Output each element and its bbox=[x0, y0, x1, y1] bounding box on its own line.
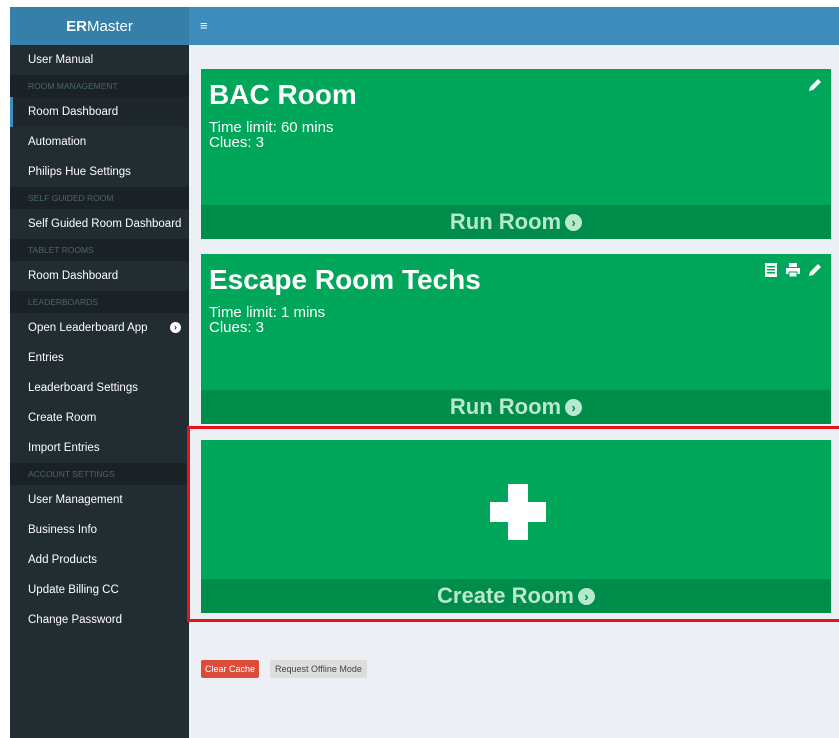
sidebar-header-self-guided: SELF GUIDED ROOM bbox=[10, 187, 189, 209]
sidebar: ER Master User Manual ROOM MANAGEMENT Roo… bbox=[10, 7, 189, 738]
sidebar-item-create-room[interactable]: Create Room bbox=[10, 403, 189, 433]
print-icon[interactable] bbox=[785, 262, 801, 278]
sidebar-header-tablet-rooms: TABLET ROOMS bbox=[10, 239, 189, 261]
sidebar-item-update-billing[interactable]: Update Billing CC bbox=[10, 575, 189, 605]
sidebar-item-room-dashboard[interactable]: Room Dashboard bbox=[10, 97, 189, 127]
room-title: BAC Room bbox=[209, 79, 357, 110]
sidebar-item-business-info[interactable]: Business Info bbox=[10, 515, 189, 545]
room-clues: Clues: 3 bbox=[209, 319, 265, 336]
sidebar-item-tablet-dashboard[interactable]: Room Dashboard bbox=[10, 261, 189, 291]
request-offline-mode-button[interactable]: Request Offline Mode bbox=[270, 660, 367, 678]
run-room-label: Run Room bbox=[449, 394, 562, 419]
clear-cache-button[interactable]: Clear Cache bbox=[201, 660, 260, 678]
edit-pencil-icon[interactable] bbox=[807, 77, 823, 93]
run-room-label: Run Room bbox=[449, 209, 562, 234]
arrow-circle-right-icon: › bbox=[170, 322, 181, 333]
top-navbar: ≡ bbox=[189, 7, 839, 45]
hamburger-menu-icon[interactable]: ≡ bbox=[200, 18, 208, 33]
room-time-limit: Time limit: 1 mins bbox=[209, 304, 326, 321]
sidebar-item-self-guided-dashboard[interactable]: Self Guided Room Dashboard bbox=[10, 209, 189, 239]
run-room-button[interactable]: Run Room › bbox=[201, 390, 831, 424]
list-icon[interactable] bbox=[763, 262, 779, 278]
highlight-box bbox=[187, 426, 839, 622]
sidebar-item-leaderboard-settings[interactable]: Leaderboard Settings bbox=[10, 373, 189, 403]
room-clues: Clues: 3 bbox=[209, 134, 265, 151]
brand-rest: Master bbox=[87, 17, 133, 35]
edit-pencil-icon[interactable] bbox=[807, 262, 823, 278]
room-card-escape-room-techs: Escape Room Techs Time limit: 1 mins Clu… bbox=[201, 254, 831, 424]
room-title: Escape Room Techs bbox=[209, 264, 481, 295]
sidebar-item-philips-hue[interactable]: Philips Hue Settings bbox=[10, 157, 189, 187]
sidebar-item-entries[interactable]: Entries bbox=[10, 343, 189, 373]
sidebar-item-label: Open Leaderboard App bbox=[28, 322, 148, 334]
room-time-limit: Time limit: 60 mins bbox=[209, 119, 334, 136]
brand-logo[interactable]: ER Master bbox=[10, 7, 189, 45]
sidebar-item-add-products[interactable]: Add Products bbox=[10, 545, 189, 575]
main-content: BAC Room Time limit: 60 mins Clues: 3 Ru… bbox=[187, 45, 839, 738]
sidebar-item-change-password[interactable]: Change Password bbox=[10, 605, 189, 635]
sidebar-item-user-management[interactable]: User Management bbox=[10, 485, 189, 515]
sidebar-header-account-settings: ACCOUNT SETTINGS bbox=[10, 463, 189, 485]
run-room-button[interactable]: Run Room › bbox=[201, 205, 831, 239]
sidebar-header-room-management: ROOM MANAGEMENT bbox=[10, 75, 189, 97]
brand-bold: ER bbox=[66, 17, 87, 35]
sidebar-item-open-leaderboard[interactable]: Open Leaderboard App › bbox=[10, 313, 189, 343]
sidebar-item-import-entries[interactable]: Import Entries bbox=[10, 433, 189, 463]
sidebar-item-automation[interactable]: Automation bbox=[10, 127, 189, 157]
arrow-circle-right-icon: › bbox=[565, 398, 583, 416]
sidebar-header-leaderboards: LEADERBOARDS bbox=[10, 291, 189, 313]
sidebar-item-user-manual[interactable]: User Manual bbox=[10, 45, 189, 75]
arrow-circle-right-icon: › bbox=[565, 213, 583, 231]
room-card-bac: BAC Room Time limit: 60 mins Clues: 3 Ru… bbox=[201, 69, 831, 239]
